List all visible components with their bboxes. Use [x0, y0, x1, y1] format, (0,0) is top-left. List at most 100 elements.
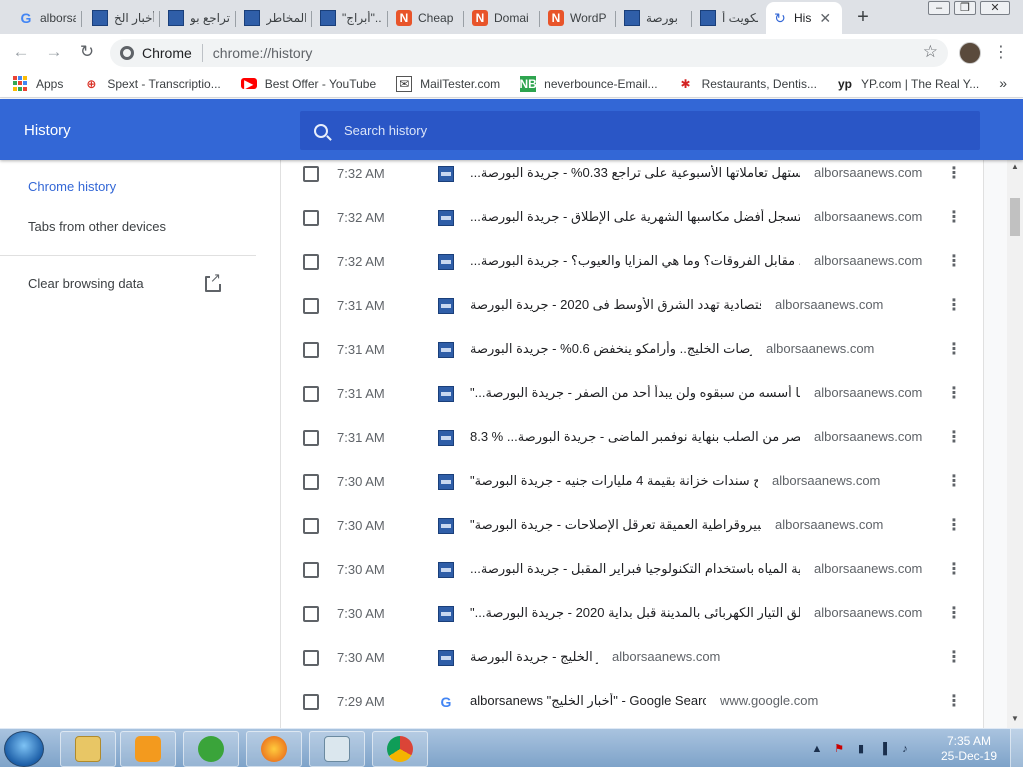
row-domain[interactable]: alborsaanews.com — [814, 209, 922, 224]
sidebar-item-tabs-other-devices[interactable]: Tabs from other devices — [28, 219, 166, 234]
row-checkbox[interactable] — [303, 342, 319, 358]
row-domain[interactable]: www.google.com — [720, 693, 818, 708]
minimize-button[interactable]: ‒ — [928, 1, 950, 15]
row-checkbox[interactable] — [303, 650, 319, 666]
row-title-link[interactable]: ...ندات الخليجية تسجل أفضل مكاسبها الشهر… — [470, 209, 800, 225]
row-domain[interactable]: alborsaanews.com — [814, 253, 922, 268]
url-text[interactable]: chrome://history — [213, 45, 313, 61]
row-domain[interactable]: alborsaanews.com — [772, 473, 880, 488]
restore-button[interactable]: ❐ — [954, 1, 976, 15]
row-more-actions-icon[interactable]: ⋮ — [944, 340, 964, 360]
history-row[interactable]: 7:30 AM أخبار الخليج - جريدة البورصة albor… — [281, 644, 985, 688]
volume-icon[interactable]: ♪ — [898, 742, 912, 756]
row-domain[interactable]: alborsaanews.com — [814, 429, 922, 444]
history-row[interactable]: 7:30 AM "...بل للتنمية" تطلق التيار الكهر… — [281, 600, 985, 644]
search-input[interactable] — [344, 123, 904, 138]
row-more-actions-icon[interactable]: ⋮ — [944, 428, 964, 448]
back-button[interactable]: ← — [10, 42, 32, 62]
history-row[interactable]: 7:30 AM "العالية" تطرح سندات خزانة بقيمة … — [281, 468, 985, 512]
history-row[interactable]: 7:29 AM Galborsanews "أخبار الخليج" - Goo… — [281, 688, 985, 728]
row-title-link[interactable]: alborsanews "أخبار الخليج" - Google Sear… — [470, 693, 706, 709]
history-row[interactable]: 7:31 AM المخاطر الاقتصادية تهدد الشرق الأ… — [281, 292, 985, 336]
taskbar-explorer[interactable] — [60, 731, 116, 767]
row-checkbox[interactable] — [303, 386, 319, 402]
history-row[interactable]: 7:30 AM "عبدالعال": البيروقراطية العميقة … — [281, 512, 985, 556]
row-domain[interactable]: alborsaanews.com — [814, 605, 922, 620]
power-icon[interactable]: ▮ — [854, 742, 868, 756]
row-domain[interactable]: alborsaanews.com — [612, 649, 720, 664]
row-more-actions-icon[interactable]: ⋮ — [944, 252, 964, 272]
row-checkbox[interactable] — [303, 606, 319, 622]
tab-7[interactable]: N Domai — [466, 2, 540, 34]
close-tab-icon[interactable]: ✕ — [819, 10, 831, 27]
row-checkbox[interactable] — [303, 518, 319, 534]
chrome-menu-icon[interactable]: ⋮ — [993, 42, 1009, 64]
flag-icon[interactable]: ⚑ — [832, 742, 846, 756]
tab-8[interactable]: N WordP — [542, 2, 616, 34]
row-more-actions-icon[interactable]: ⋮ — [944, 208, 964, 228]
row-checkbox[interactable] — [303, 298, 319, 314]
row-title-link[interactable]: أخبار الخليج - جريدة البورصة — [470, 649, 598, 665]
row-title-link[interactable]: ...يد لتحسين إنتاجية المياه باستخدام الت… — [470, 561, 800, 577]
row-domain[interactable]: alborsaanews.com — [775, 517, 883, 532]
row-title-link[interactable]: 8.3 % ...قًا فى إنتاج مصر من الصلب بنهاي… — [470, 429, 800, 445]
taskbar-media-player[interactable] — [120, 731, 176, 767]
search-history-box[interactable] — [300, 111, 980, 150]
bookmark-mailtester[interactable]: ✉ MailTester.com — [396, 75, 500, 92]
history-row[interactable]: 7:30 AM ...يد لتحسين إنتاجية المياه باستخ… — [281, 556, 985, 600]
row-more-actions-icon[interactable]: ⋮ — [944, 604, 964, 624]
tab-5[interactable]: "أبراج"... — [314, 2, 388, 34]
row-checkbox[interactable] — [303, 430, 319, 446]
scroll-down-arrow[interactable]: ▼ — [1011, 714, 1019, 723]
tab-3[interactable]: تراجع بو — [162, 2, 236, 34]
forward-button[interactable]: → — [43, 42, 65, 62]
row-title-link[interactable]: "عبدالعال": البيروقراطية العميقة تعرقل ا… — [470, 517, 761, 533]
bookmark-neverbounce[interactable]: NB neverbounce-Email... — [520, 75, 658, 92]
tab-4[interactable]: المخاطر — [238, 2, 312, 34]
bookmark-star-icon[interactable]: ☆ — [923, 42, 938, 62]
history-row[interactable]: 7:31 AM "...تول يبنى على ما أسسه من سبقوه… — [281, 380, 985, 424]
row-more-actions-icon[interactable]: ⋮ — [944, 692, 964, 712]
row-domain[interactable]: alborsaanews.com — [814, 561, 922, 576]
row-title-link[interactable]: ...تثمر في العقود مقابل الفروقات؟ وما هي… — [470, 253, 800, 269]
row-title-link[interactable]: المخاطر الاقتصادية تهدد الشرق الأوسط فى … — [470, 297, 761, 313]
bookmark-yp[interactable]: yp YP.com | The Real Y... — [837, 76, 979, 92]
taskbar-firefox[interactable] — [246, 731, 302, 767]
reload-button[interactable]: ↻ — [76, 42, 98, 62]
row-checkbox[interactable] — [303, 166, 319, 182]
row-checkbox[interactable] — [303, 694, 319, 710]
taskbar-chrome[interactable] — [372, 731, 428, 767]
taskbar-notepad[interactable] — [309, 731, 365, 767]
site-chip[interactable]: Chrome — [120, 45, 192, 61]
tab-history[interactable]: ↻ His ✕ — [766, 2, 842, 34]
row-title-link[interactable]: "...بل للتنمية" تطلق التيار الكهربائى با… — [470, 605, 800, 621]
tab-2[interactable]: أخبار الخ — [86, 2, 160, 34]
history-row[interactable]: 7:32 AM ...ندات الخليجية تسجل أفضل مكاسبه… — [281, 204, 985, 248]
sidebar-item-clear-browsing-data[interactable]: Clear browsing data — [28, 276, 144, 291]
row-title-link[interactable]: ...ة الكويت تستهل تعاملاتها الأسبوعية عل… — [470, 165, 800, 181]
history-row[interactable]: 7:32 AM ...تثمر في العقود مقابل الفروقات؟… — [281, 248, 985, 292]
row-domain[interactable]: alborsaanews.com — [814, 385, 922, 400]
bookmark-spext[interactable]: ⊕ Spext - Transcriptio... — [83, 76, 220, 92]
row-domain[interactable]: alborsaanews.com — [766, 341, 874, 356]
scroll-up-arrow[interactable]: ▲ — [1011, 162, 1019, 171]
row-checkbox[interactable] — [303, 254, 319, 270]
row-more-actions-icon[interactable]: ⋮ — [944, 560, 964, 580]
row-checkbox[interactable] — [303, 474, 319, 490]
tab-9[interactable]: بورصة — [618, 2, 692, 34]
row-more-actions-icon[interactable]: ⋮ — [944, 164, 964, 184]
tab-6[interactable]: N Cheap — [390, 2, 464, 34]
row-domain[interactable]: alborsaanews.com — [814, 165, 922, 180]
history-row[interactable]: 7:31 AM تراجع بورصات الخليج.. وأرامكو ينخ… — [281, 336, 985, 380]
history-row[interactable]: 7:32 AM ...ة الكويت تستهل تعاملاتها الأسب… — [281, 160, 985, 204]
show-hidden-icons-icon[interactable]: ▲ — [810, 742, 824, 756]
row-more-actions-icon[interactable]: ⋮ — [944, 296, 964, 316]
row-title-link[interactable]: "...تول يبنى على ما أسسه من سبقوه ولن يب… — [470, 385, 800, 401]
row-more-actions-icon[interactable]: ⋮ — [944, 384, 964, 404]
profile-avatar[interactable] — [959, 42, 981, 64]
taskbar-clock[interactable]: 7:35 AM 25-Dec-19 — [935, 734, 1003, 764]
page-scrollbar[interactable]: ▲ ▼ — [1007, 160, 1023, 728]
start-button[interactable] — [4, 731, 44, 767]
open-in-new-icon[interactable] — [205, 271, 221, 292]
new-tab-button[interactable]: + — [851, 6, 875, 28]
